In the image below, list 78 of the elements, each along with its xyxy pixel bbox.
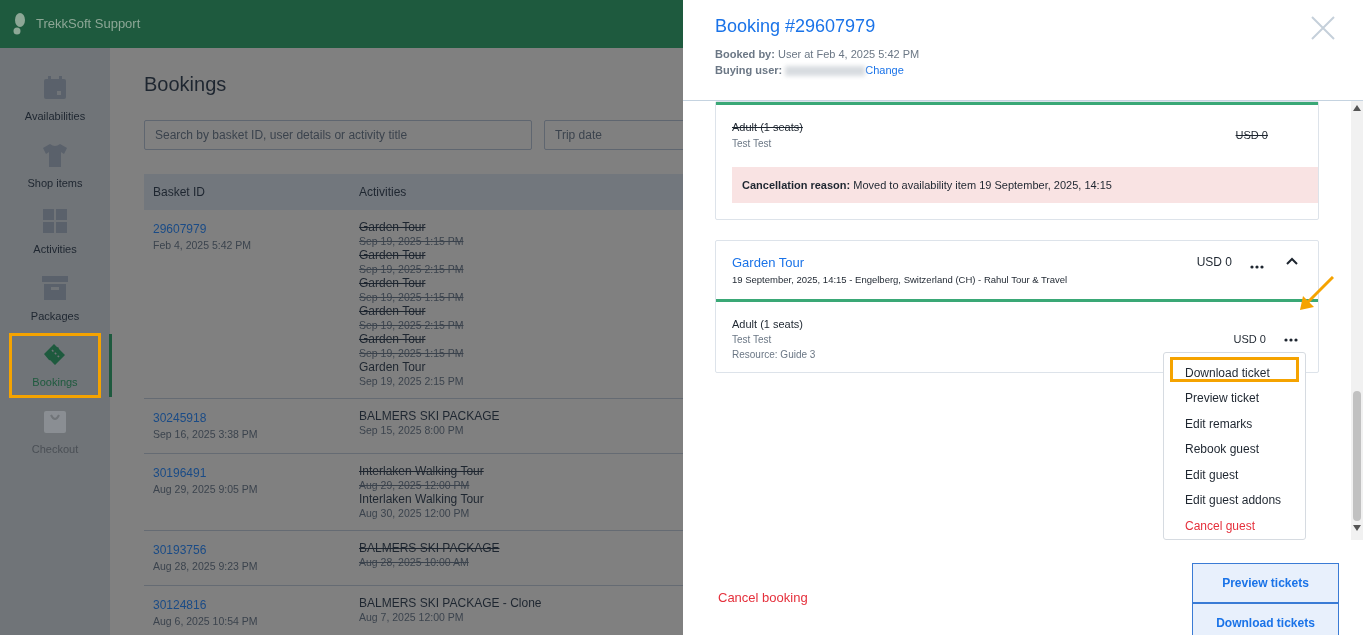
- activity-date: Aug 7, 2025 12:00 PM: [359, 609, 465, 624]
- scroll-down-arrow-icon[interactable]: [1353, 525, 1361, 531]
- menu-item[interactable]: Download ticket: [1170, 356, 1299, 383]
- activity-date: Sep 19, 2025 1:15 PM: [359, 234, 464, 248]
- guest-type: Adult (1 seats): [732, 120, 803, 135]
- more-icon: [1250, 265, 1264, 270]
- scrollbar[interactable]: [1351, 101, 1363, 540]
- booking-date: Feb 4, 2025 5:42 PM: [153, 238, 253, 253]
- activity-date: Sep 19, 2025 1:15 PM: [359, 346, 464, 360]
- activity-price: USD 0: [1196, 254, 1232, 271]
- page-title: Bookings: [144, 72, 228, 96]
- ticket-button[interactable]: Preview tickets: [1192, 563, 1339, 603]
- activity-details: 19 September, 2025, 14:15 - Engelberg, Switzerland (CH) - Rahul Tour & Travel: [732, 272, 1068, 287]
- menu-item[interactable]: Cancel guest: [1170, 509, 1299, 536]
- basket-id-link[interactable]: 30193756: [153, 540, 207, 559]
- guest-price: USD 0: [1233, 331, 1266, 347]
- search-field[interactable]: Search by basket ID, user details or activity title: [144, 120, 532, 150]
- activity-name: BALMERS SKI PACKAGE: [359, 409, 500, 423]
- scroll-up-arrow-icon[interactable]: [1353, 105, 1361, 111]
- basket-id-link[interactable]: 29607979: [153, 220, 207, 238]
- activity-name: Garden Tour: [359, 276, 427, 290]
- activity-title[interactable]: Garden Tour: [732, 253, 1068, 273]
- guest-type: Adult (1 seats): [732, 316, 804, 332]
- basket-id-link[interactable]: 30124816: [153, 595, 207, 614]
- date-field[interactable]: Trip date: [544, 120, 683, 150]
- guest-price: USD 0: [1235, 127, 1268, 143]
- activity-date: Sep 19, 2025 2:15 PM: [359, 262, 464, 276]
- activity-name: Garden Tour: [359, 360, 427, 374]
- close-icon: [1311, 16, 1335, 40]
- activity-name: BALMERS SKI PACKAGE - Clone: [359, 595, 542, 610]
- sidebar-item[interactable]: Shop items: [12, 136, 98, 195]
- booking-title: Booking #29607979: [715, 16, 876, 38]
- sidebar-item[interactable]: Activities: [12, 203, 98, 262]
- guest-resource: Resource: Guide 3: [732, 348, 816, 363]
- guest-name: Test Test: [732, 136, 773, 151]
- booking-date: Aug 29, 2025 9:05 PM: [153, 481, 259, 497]
- basket-id-link[interactable]: 30196491: [153, 463, 207, 482]
- menu-item[interactable]: Edit remarks: [1170, 407, 1299, 434]
- scrollbar-thumb[interactable]: [1353, 391, 1361, 521]
- activity-name: Garden Tour: [359, 248, 427, 262]
- activity-date: Sep 15, 2025 8:00 PM: [359, 423, 465, 437]
- activity-date: Aug 30, 2025 12:00 PM: [359, 506, 471, 520]
- basket-id-link[interactable]: 30245918: [153, 409, 207, 427]
- activity-date: Sep 19, 2025 2:15 PM: [359, 374, 464, 388]
- column-header: Activities: [359, 184, 407, 201]
- activity-date: Aug 29, 2025 12:00 PM: [359, 478, 471, 492]
- boot-print-icon: [12, 13, 26, 35]
- column-header: Basket ID: [152, 184, 207, 201]
- activity-name: Interlaken Walking Tour: [359, 491, 484, 506]
- booked-by-value: User at Feb 4, 2025 5:42 PM: [777, 47, 920, 60]
- more-icon: [1284, 338, 1298, 343]
- activity-date: Sep 19, 2025 2:15 PM: [359, 318, 464, 332]
- booking-date: Sep 16, 2025 3:38 PM: [153, 427, 259, 442]
- sidebar-item[interactable]: Packages: [12, 269, 98, 328]
- menu-item[interactable]: Edit guest: [1170, 458, 1299, 485]
- activity-date: Aug 28, 2025 10:00 AM: [359, 554, 470, 569]
- booking-date: Aug 28, 2025 9:23 PM: [153, 558, 259, 574]
- activity-date: Sep 19, 2025 1:15 PM: [359, 290, 464, 304]
- app-title: TrekkSoft Support: [36, 15, 141, 34]
- booking-date: Aug 6, 2025 10:54 PM: [153, 613, 259, 629]
- buying-user-label: Buying user:: [715, 63, 783, 76]
- activity-name: Garden Tour: [359, 220, 427, 234]
- activity-name: BALMERS SKI PACKAGE: [359, 540, 500, 555]
- activity-name: Garden Tour: [359, 304, 427, 318]
- booked-by-label: Booked by:: [715, 47, 775, 60]
- menu-item[interactable]: Rebook guest: [1170, 433, 1299, 459]
- sidebar-item[interactable]: Availabilities: [12, 70, 98, 129]
- activity-name: Interlaken Walking Tour: [359, 463, 484, 478]
- cancellation-reason: Cancellation reason: Moved to availability item 19 September, 2025, 14:15: [732, 166, 1318, 203]
- menu-item[interactable]: Preview ticket: [1170, 382, 1299, 408]
- ticket-button[interactable]: Download tickets: [1192, 603, 1339, 635]
- cancel-booking-link[interactable]: Cancel booking: [718, 587, 808, 607]
- activity-name: Garden Tour: [359, 332, 427, 346]
- pointer-arrow: [1298, 275, 1334, 312]
- caret-up-icon: [1286, 257, 1298, 266]
- change-link[interactable]: Change: [865, 63, 904, 76]
- menu-item[interactable]: Edit guest addons: [1170, 484, 1299, 510]
- guest-name: Test Test: [732, 333, 773, 348]
